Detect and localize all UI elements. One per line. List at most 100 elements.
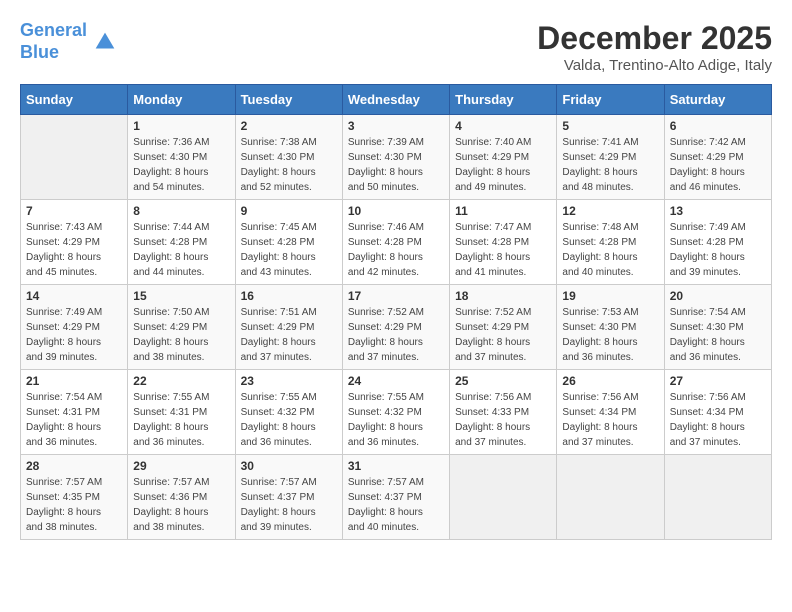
day-number: 6 [670,119,766,133]
calendar-cell: 22 Sunrise: 7:55 AM Sunset: 4:31 PM Dayli… [128,370,235,455]
day-number: 4 [455,119,551,133]
calendar-cell: 21 Sunrise: 7:54 AM Sunset: 4:31 PM Dayli… [21,370,128,455]
calendar-cell: 3Sunrise: 7:39 AM Sunset: 4:30 PM Daylig… [342,115,449,200]
calendar-cell: 11 Sunrise: 7:47 AM Sunset: 4:28 PM Dayli… [450,200,557,285]
day-info: Sunrise: 7:41 AM Sunset: 4:29 PM Dayligh… [562,135,658,195]
calendar-cell: 30Sunrise: 7:57 AM Sunset: 4:37 PM Dayli… [235,455,342,540]
calendar-cell: 13Sunrise: 7:49 AM Sunset: 4:28 PM Dayli… [664,200,771,285]
header-day-sunday: Sunday [21,85,128,115]
calendar-cell: 8 Sunrise: 7:44 AM Sunset: 4:28 PM Daylig… [128,200,235,285]
day-number: 28 [26,459,122,473]
day-number: 22 [133,374,229,388]
day-info: Sunrise: 7:38 AM Sunset: 4:30 PM Dayligh… [241,135,337,195]
calendar-cell [664,455,771,540]
calendar-cell: 25 Sunrise: 7:56 AM Sunset: 4:33 PM Dayli… [450,370,557,455]
day-number: 7 [26,204,122,218]
logo-text: General Blue [20,20,87,63]
header-day-thursday: Thursday [450,85,557,115]
logo: General Blue [20,20,119,63]
day-number: 17 [348,289,444,303]
day-info: Sunrise: 7:51 AM Sunset: 4:29 PM Dayligh… [241,305,337,365]
day-info: Sunrise: 7:53 AM Sunset: 4:30 PM Dayligh… [562,305,658,365]
subtitle: Valda, Trentino-Alto Adige, Italy [537,57,772,74]
day-number: 29 [133,459,229,473]
day-info: Sunrise: 7:56 AM Sunset: 4:34 PM Dayligh… [670,390,766,450]
calendar-cell: 29 Sunrise: 7:57 AM Sunset: 4:36 PM Dayli… [128,455,235,540]
calendar-cell: 9 Sunrise: 7:45 AM Sunset: 4:28 PM Daylig… [235,200,342,285]
day-info: Sunrise: 7:57 AM Sunset: 4:36 PM Dayligh… [133,475,229,535]
day-number: 30 [241,459,337,473]
calendar-cell: 14 Sunrise: 7:49 AM Sunset: 4:29 PM Dayli… [21,285,128,370]
calendar-cell: 10Sunrise: 7:46 AM Sunset: 4:28 PM Dayli… [342,200,449,285]
calendar-cell: 6 Sunrise: 7:42 AM Sunset: 4:29 PM Daylig… [664,115,771,200]
day-number: 27 [670,374,766,388]
header-day-wednesday: Wednesday [342,85,449,115]
calendar-cell: 12Sunrise: 7:48 AM Sunset: 4:28 PM Dayli… [557,200,664,285]
calendar-cell: 24Sunrise: 7:55 AM Sunset: 4:32 PM Dayli… [342,370,449,455]
day-number: 11 [455,204,551,218]
calendar-cell [557,455,664,540]
day-number: 20 [670,289,766,303]
calendar-cell: 23 Sunrise: 7:55 AM Sunset: 4:32 PM Dayli… [235,370,342,455]
day-number: 26 [562,374,658,388]
calendar-cell: 16Sunrise: 7:51 AM Sunset: 4:29 PM Dayli… [235,285,342,370]
day-info: Sunrise: 7:56 AM Sunset: 4:34 PM Dayligh… [562,390,658,450]
calendar-cell: 26 Sunrise: 7:56 AM Sunset: 4:34 PM Dayli… [557,370,664,455]
page-header: General Blue December 2025 Valda, Trenti… [20,20,772,74]
day-info: Sunrise: 7:55 AM Sunset: 4:31 PM Dayligh… [133,390,229,450]
calendar-header-row: SundayMondayTuesdayWednesdayThursdayFrid… [21,85,772,115]
day-number: 1 [133,119,229,133]
day-info: Sunrise: 7:56 AM Sunset: 4:33 PM Dayligh… [455,390,551,450]
day-info: Sunrise: 7:46 AM Sunset: 4:28 PM Dayligh… [348,220,444,280]
calendar-cell: 7 Sunrise: 7:43 AM Sunset: 4:29 PM Daylig… [21,200,128,285]
day-info: Sunrise: 7:55 AM Sunset: 4:32 PM Dayligh… [241,390,337,450]
header-day-monday: Monday [128,85,235,115]
day-number: 18 [455,289,551,303]
calendar-cell: 4 Sunrise: 7:40 AM Sunset: 4:29 PM Daylig… [450,115,557,200]
day-info: Sunrise: 7:54 AM Sunset: 4:31 PM Dayligh… [26,390,122,450]
calendar-cell: 1 Sunrise: 7:36 AM Sunset: 4:30 PM Daylig… [128,115,235,200]
day-info: Sunrise: 7:57 AM Sunset: 4:35 PM Dayligh… [26,475,122,535]
day-info: Sunrise: 7:49 AM Sunset: 4:28 PM Dayligh… [670,220,766,280]
main-title: December 2025 [537,20,772,57]
calendar-cell [450,455,557,540]
day-number: 14 [26,289,122,303]
logo-line2: Blue [20,42,59,62]
calendar-cell: 15 Sunrise: 7:50 AM Sunset: 4:29 PM Dayli… [128,285,235,370]
header-day-saturday: Saturday [664,85,771,115]
day-number: 15 [133,289,229,303]
header-day-tuesday: Tuesday [235,85,342,115]
calendar-table: SundayMondayTuesdayWednesdayThursdayFrid… [20,84,772,540]
title-block: December 2025 Valda, Trentino-Alto Adige… [537,20,772,74]
day-info: Sunrise: 7:36 AM Sunset: 4:30 PM Dayligh… [133,135,229,195]
week-row-1: 1 Sunrise: 7:36 AM Sunset: 4:30 PM Daylig… [21,115,772,200]
day-number: 31 [348,459,444,473]
week-row-2: 7 Sunrise: 7:43 AM Sunset: 4:29 PM Daylig… [21,200,772,285]
day-number: 8 [133,204,229,218]
week-row-3: 14 Sunrise: 7:49 AM Sunset: 4:29 PM Dayli… [21,285,772,370]
day-number: 2 [241,119,337,133]
day-info: Sunrise: 7:43 AM Sunset: 4:29 PM Dayligh… [26,220,122,280]
day-info: Sunrise: 7:52 AM Sunset: 4:29 PM Dayligh… [455,305,551,365]
calendar-cell: 18 Sunrise: 7:52 AM Sunset: 4:29 PM Dayli… [450,285,557,370]
day-info: Sunrise: 7:57 AM Sunset: 4:37 PM Dayligh… [348,475,444,535]
day-info: Sunrise: 7:42 AM Sunset: 4:29 PM Dayligh… [670,135,766,195]
day-number: 23 [241,374,337,388]
day-number: 9 [241,204,337,218]
calendar-cell: 2 Sunrise: 7:38 AM Sunset: 4:30 PM Daylig… [235,115,342,200]
day-info: Sunrise: 7:44 AM Sunset: 4:28 PM Dayligh… [133,220,229,280]
day-number: 5 [562,119,658,133]
day-info: Sunrise: 7:50 AM Sunset: 4:29 PM Dayligh… [133,305,229,365]
calendar-cell: 27 Sunrise: 7:56 AM Sunset: 4:34 PM Dayli… [664,370,771,455]
day-info: Sunrise: 7:45 AM Sunset: 4:28 PM Dayligh… [241,220,337,280]
day-number: 25 [455,374,551,388]
calendar-cell: 5 Sunrise: 7:41 AM Sunset: 4:29 PM Daylig… [557,115,664,200]
day-info: Sunrise: 7:47 AM Sunset: 4:28 PM Dayligh… [455,220,551,280]
day-number: 19 [562,289,658,303]
day-number: 3 [348,119,444,133]
calendar-cell [21,115,128,200]
day-info: Sunrise: 7:40 AM Sunset: 4:29 PM Dayligh… [455,135,551,195]
calendar-cell: 17Sunrise: 7:52 AM Sunset: 4:29 PM Dayli… [342,285,449,370]
day-info: Sunrise: 7:49 AM Sunset: 4:29 PM Dayligh… [26,305,122,365]
day-number: 21 [26,374,122,388]
